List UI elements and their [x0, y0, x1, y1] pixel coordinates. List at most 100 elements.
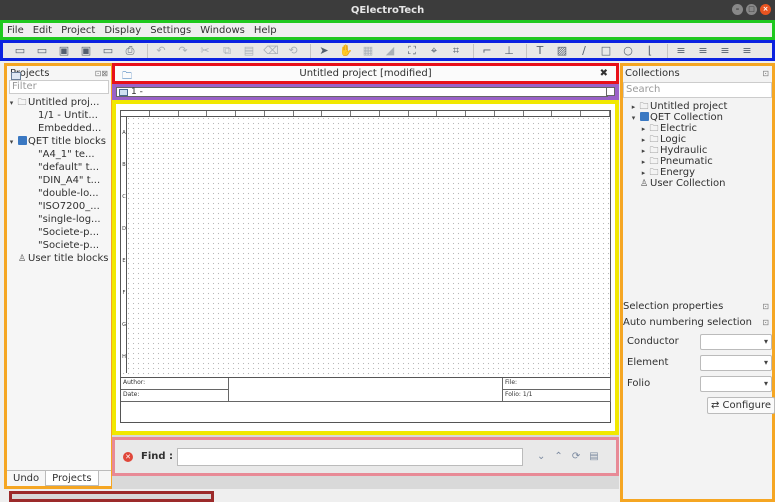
collection-item[interactable]: ♙ User Collection: [629, 178, 772, 189]
print-icon[interactable]: ⎙: [121, 44, 139, 58]
conductor-numbering-select[interactable]: ▾: [700, 333, 772, 350]
collection-item[interactable]: ▸ 🗀 Untitled project: [629, 101, 772, 112]
folio-tabbar: 1 -: [112, 84, 619, 100]
dock-float-icon[interactable]: ⊡: [762, 318, 769, 327]
dock-float-icon[interactable]: ⊡: [762, 69, 769, 78]
tab-undo[interactable]: Undo: [7, 471, 45, 486]
paste-icon[interactable]: ▤: [240, 44, 258, 58]
collection-item[interactable]: ▸ 🗀 Energy: [629, 167, 772, 178]
menu-windows[interactable]: Windows: [200, 25, 245, 36]
expand-arrow-icon[interactable]: ▾: [7, 99, 16, 107]
zoom-fit-icon[interactable]: ⌖: [425, 44, 443, 58]
collection-item[interactable]: ▸ 🗀 Logic: [629, 134, 772, 145]
status-bar: [9, 491, 214, 502]
expand-arrow-icon[interactable]: ▸: [639, 125, 648, 133]
close-document-icon[interactable]: ✖: [600, 68, 608, 79]
menu-display[interactable]: Display: [104, 25, 141, 36]
collection-item[interactable]: ▸ 🗀 Hydraulic: [629, 145, 772, 156]
dock-controls-icon[interactable]: ⊡⊠: [95, 69, 108, 78]
tree-item[interactable]: ♙ User title blocks: [7, 252, 111, 265]
menu-file[interactable]: File: [7, 25, 24, 36]
ellipse-icon[interactable]: ○: [619, 44, 637, 58]
find-next-icon[interactable]: ⌄: [537, 451, 545, 462]
cut-icon[interactable]: ✂: [196, 44, 214, 58]
align-justify-icon[interactable]: ≡: [738, 44, 756, 58]
expand-arrow-icon[interactable]: ▸: [639, 136, 648, 144]
find-input[interactable]: [177, 447, 524, 466]
tab-projects[interactable]: Projects: [45, 471, 99, 486]
filter-input[interactable]: Filter: [9, 80, 109, 94]
folio-add-icon[interactable]: [606, 87, 615, 96]
image-icon[interactable]: ▨: [553, 44, 571, 58]
dock-float-icon[interactable]: ⊡: [762, 302, 769, 311]
menu-project[interactable]: Project: [61, 25, 95, 36]
diagram-sheet[interactable]: A B C D E F G H Author: Date: File: Folio: 1/1: [120, 110, 611, 423]
tree-item[interactable]: "single-log...: [7, 72, 111, 226]
align-center-icon[interactable]: ≡: [694, 44, 712, 58]
grid-icon[interactable]: ▦: [359, 44, 377, 58]
tree-item[interactable]: ▾ QET title blocks: [7, 135, 111, 148]
advanced-search-icon[interactable]: ▤: [589, 451, 598, 462]
save-as-icon[interactable]: ▣: [77, 44, 95, 58]
minimize-icon[interactable]: –: [732, 4, 743, 15]
tree-item[interactable]: "DIN_A4" t...: [7, 72, 111, 187]
new-project-icon[interactable]: ▭: [11, 44, 29, 58]
collection-item[interactable]: ▾ QET Collection: [629, 112, 772, 123]
configure-button[interactable]: ⇄ Configure: [707, 397, 775, 414]
select-icon[interactable]: ➤: [315, 44, 333, 58]
eraser-icon[interactable]: ◢: [381, 44, 399, 58]
refresh-icon[interactable]: ⟳: [572, 451, 580, 462]
ruler-column: [265, 111, 294, 116]
tree-item[interactable]: "ISO7200_...: [7, 72, 111, 213]
tree-item[interactable]: ▾ 🗀 Untitled proj...: [7, 96, 111, 109]
undo-icon[interactable]: ↶: [152, 44, 170, 58]
maximize-icon[interactable]: □: [746, 4, 757, 15]
rotate-icon[interactable]: ⟲: [284, 44, 302, 58]
expand-arrow-icon[interactable]: ▸: [639, 147, 648, 155]
close-find-icon[interactable]: ✕: [123, 451, 133, 462]
tree-item[interactable]: "default" t...: [7, 72, 111, 174]
rectangle-icon[interactable]: □: [597, 44, 615, 58]
folio-numbering-select[interactable]: ▾: [700, 375, 772, 392]
find-previous-icon[interactable]: ⌃: [554, 451, 562, 462]
text-icon[interactable]: T: [531, 44, 549, 58]
align-left-icon[interactable]: ≡: [672, 44, 690, 58]
expand-arrow-icon[interactable]: ▾: [629, 114, 638, 122]
delete-icon[interactable]: ⌫: [262, 44, 280, 58]
collection-item[interactable]: ▸ 🗀 Electric: [629, 123, 772, 134]
align-right-icon[interactable]: ≡: [716, 44, 734, 58]
zoom-reset-icon[interactable]: ⌗: [447, 44, 465, 58]
conductor-icon[interactable]: ⌐: [478, 44, 496, 58]
menu-edit[interactable]: Edit: [33, 25, 52, 36]
terminal-strip-icon[interactable]: ⊥: [500, 44, 518, 58]
polyline-icon[interactable]: ⌊: [641, 44, 659, 58]
expand-arrow-icon[interactable]: ▾: [7, 138, 16, 146]
collections-search-input[interactable]: Search: [623, 82, 772, 98]
redo-icon[interactable]: ↷: [174, 44, 192, 58]
toolbar-separator: [526, 43, 527, 58]
menu-settings[interactable]: Settings: [150, 25, 191, 36]
expand-arrow-icon[interactable]: ▸: [629, 103, 638, 111]
expand-arrow-icon[interactable]: ▸: [639, 158, 648, 166]
save-icon[interactable]: ▣: [55, 44, 73, 58]
collection-item[interactable]: ▸ 🗀 Pneumatic: [629, 156, 772, 167]
close-project-icon[interactable]: ▭: [99, 44, 117, 58]
tree-item[interactable]: "A4_1" te...: [7, 72, 111, 161]
line-icon[interactable]: ∕: [575, 44, 593, 58]
tree-item-label: "single-log...: [38, 214, 101, 225]
expand-arrow-icon[interactable]: ▸: [639, 169, 648, 177]
tree-item[interactable]: Embedded...: [7, 72, 111, 135]
diagram-canvas[interactable]: A B C D E F G H Author: Date: File: Folio: 1/1: [112, 100, 619, 435]
element-numbering-select[interactable]: ▾: [700, 354, 772, 371]
tree-item[interactable]: "Societe-p...: [7, 72, 111, 252]
open-icon[interactable]: ▭: [33, 44, 51, 58]
copy-icon[interactable]: ⧉: [218, 44, 236, 58]
close-icon[interactable]: ×: [760, 4, 771, 15]
folio-tab[interactable]: 1 -: [116, 87, 608, 97]
tree-item[interactable]: "Societe-p...: [7, 72, 111, 239]
tree-item[interactable]: 1/1 - Untit...: [7, 72, 111, 122]
fit-icon[interactable]: ⛶: [403, 44, 421, 58]
menu-help[interactable]: Help: [254, 25, 277, 36]
tree-item[interactable]: "double-lo...: [7, 72, 111, 200]
pan-hand-icon[interactable]: ✋: [337, 44, 355, 58]
